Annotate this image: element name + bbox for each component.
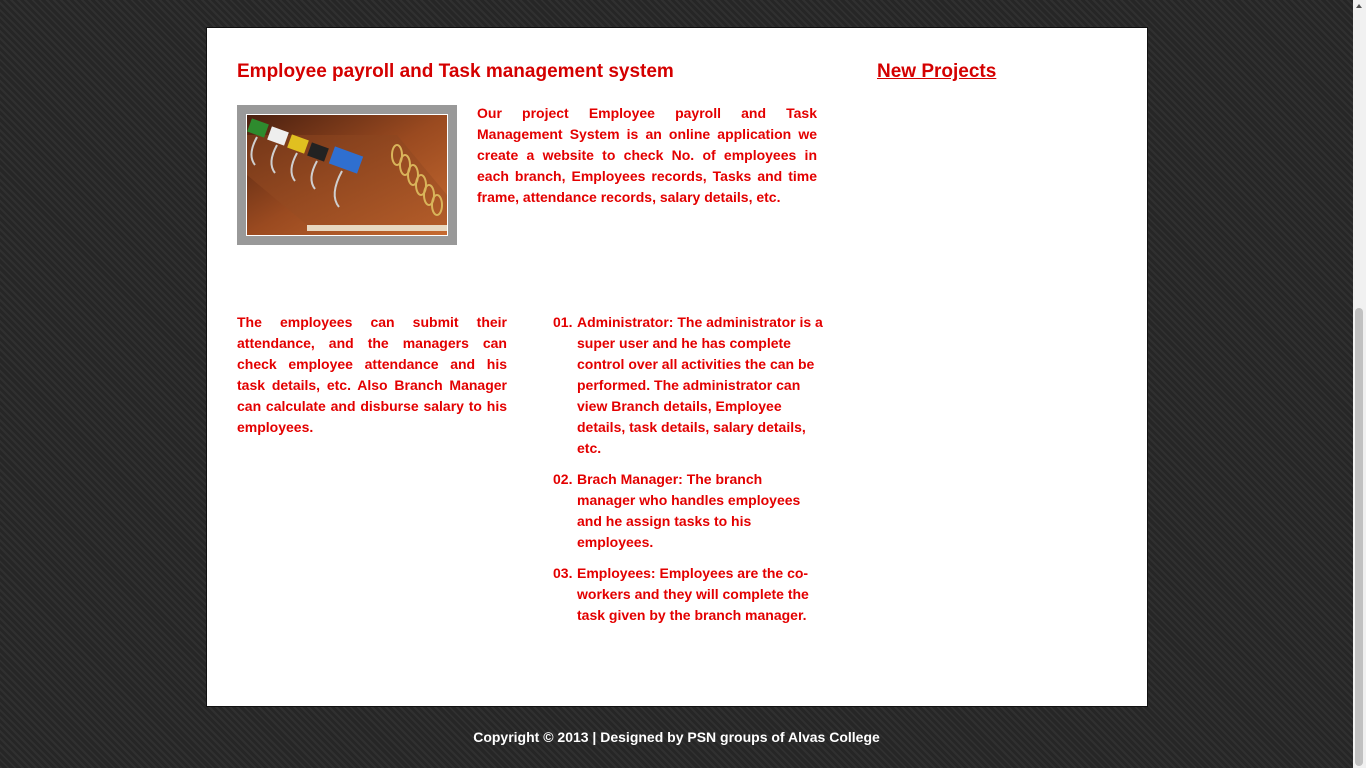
list-item-text: Administrator: The administrator is a su… [577, 314, 823, 456]
list-item-text: Brach Manager: The branch manager who ha… [577, 471, 801, 550]
project-image-frame [237, 105, 457, 245]
list-item: 01. Administrator: The administrator is … [553, 312, 823, 459]
intro-paragraph: Our project Employee payroll and Task Ma… [477, 105, 817, 205]
content-panel: Employee payroll and Task management sys… [206, 27, 1148, 707]
list-number: 01. [553, 314, 573, 330]
page-title: Employee payroll and Task management sys… [237, 61, 674, 82]
list-item-text: Employees: Employees are the co-workers … [577, 565, 809, 623]
employees-paragraph: The employees can submit their attendanc… [237, 314, 507, 435]
list-item: 03. Employees: Employees are the co-work… [553, 563, 823, 626]
new-projects-link[interactable]: New Projects [877, 61, 996, 83]
scrollbar-thumb[interactable] [1355, 308, 1363, 766]
binder-clips-image [246, 114, 448, 236]
scroll-up-arrow-icon[interactable] [1356, 4, 1362, 8]
vertical-scrollbar[interactable] [1353, 0, 1366, 768]
roles-list: 01. Administrator: The administrator is … [553, 312, 823, 636]
list-number: 02. [553, 471, 573, 487]
list-number: 03. [553, 565, 573, 581]
footer-copyright: Copyright © 2013 | Designed by PSN group… [473, 729, 880, 745]
list-item: 02. Brach Manager: The branch manager wh… [553, 469, 823, 553]
